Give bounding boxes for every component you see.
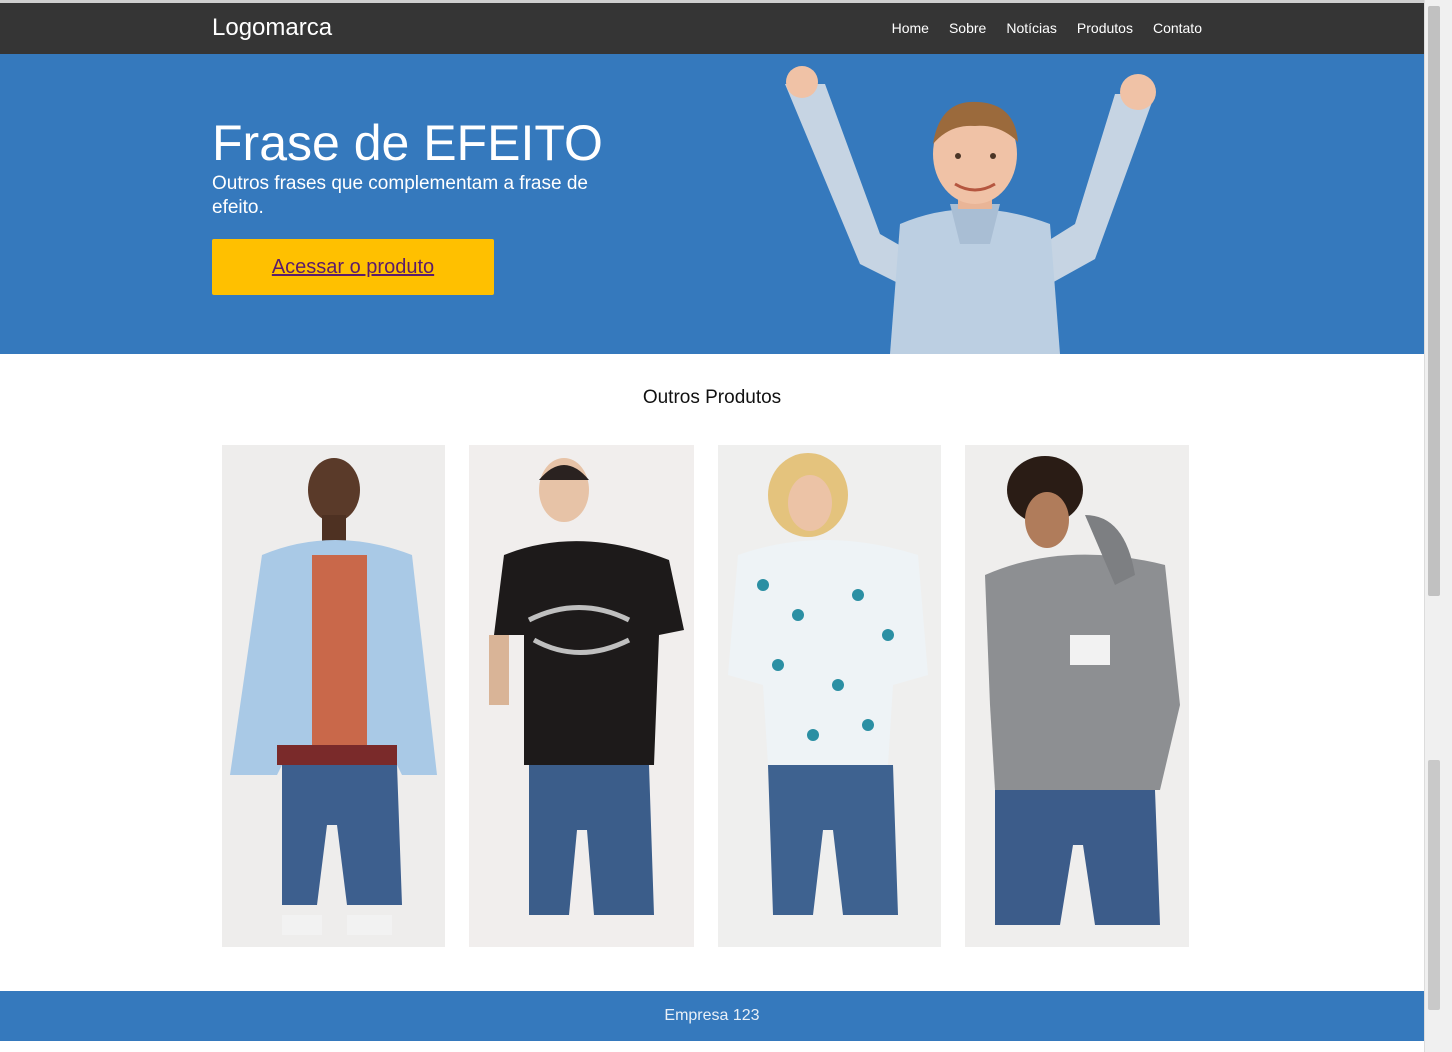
hero-banner: Frase de EFEITO Outros frases que comple… xyxy=(0,54,1424,354)
product-image-2 xyxy=(469,445,694,947)
product-card-2[interactable] xyxy=(469,445,694,947)
hero-person-image xyxy=(785,66,1156,354)
products-title: Outros Produtos xyxy=(642,387,782,408)
nav-link-produtos[interactable]: Produtos xyxy=(1077,20,1133,36)
nav-link-home[interactable]: Home xyxy=(892,20,929,36)
hero-title: Frase de EFEITO xyxy=(212,115,603,171)
cta-button[interactable]: Acessar o produto xyxy=(212,239,494,295)
cta-label[interactable]: Acessar o produto xyxy=(272,256,434,279)
nav-menu: Home Sobre Notícias Produtos Contato xyxy=(892,20,1202,36)
product-image-3 xyxy=(718,445,941,947)
product-image-1 xyxy=(222,445,445,947)
product-image-4 xyxy=(965,445,1189,947)
nav-link-noticias[interactable]: Notícias xyxy=(1006,20,1057,36)
product-card-3[interactable] xyxy=(718,445,941,947)
scrollbar-track-segment[interactable] xyxy=(1428,760,1440,1010)
navbar: Logomarca Home Sobre Notícias Produtos C… xyxy=(0,3,1424,54)
footer-text: Empresa 123 xyxy=(664,1007,760,1024)
nav-link-contato[interactable]: Contato xyxy=(1153,20,1202,36)
scrollbar-thumb[interactable] xyxy=(1428,6,1440,596)
product-card-4[interactable] xyxy=(965,445,1189,947)
logo[interactable]: Logomarca xyxy=(212,14,332,42)
product-card-1[interactable] xyxy=(222,445,445,947)
hero-subtitle: Outros frases que complementam a frase d… xyxy=(212,173,588,218)
footer: Empresa 123 xyxy=(0,991,1424,1041)
nav-link-sobre[interactable]: Sobre xyxy=(949,20,986,36)
scrollbar[interactable] xyxy=(1424,0,1452,1052)
